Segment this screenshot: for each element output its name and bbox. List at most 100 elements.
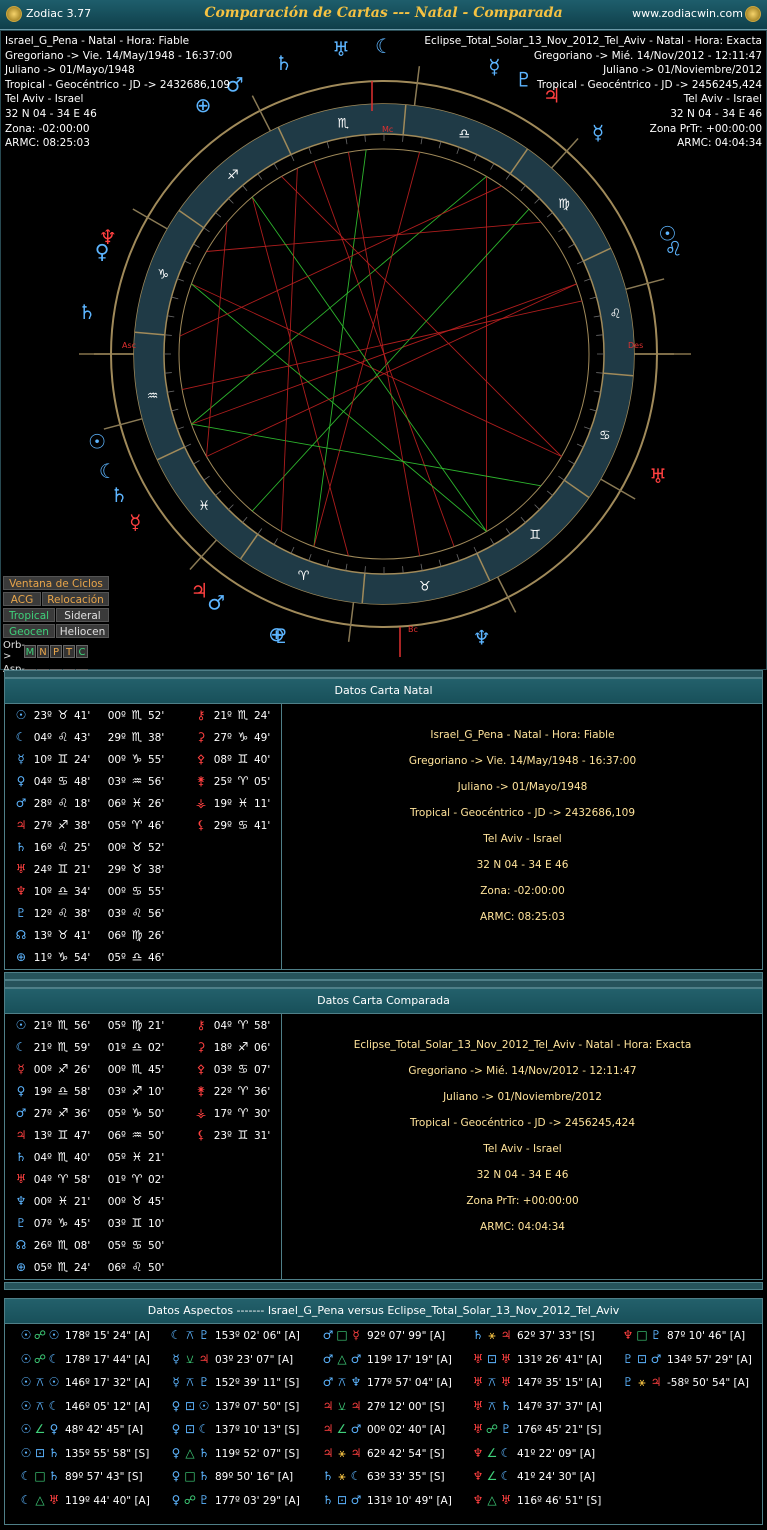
planet-glyph-on-wheel[interactable]: ♄ xyxy=(110,483,128,507)
planet-glyph-on-wheel[interactable]: ♀ xyxy=(95,239,110,263)
planet-b-glyph: ♃ xyxy=(350,1445,362,1460)
aspect-value: 119º 44' 40" [A] xyxy=(65,1494,150,1507)
aspect-value: 41º 22' 09" [A] xyxy=(517,1447,596,1460)
planet-b-glyph: ♄ xyxy=(198,1445,210,1460)
tropical-button[interactable]: Tropical xyxy=(3,608,55,622)
asteroid-glyph: ⚴ xyxy=(196,1062,206,1076)
planet-a-glyph: ♆ xyxy=(472,1445,484,1460)
planet-b-glyph: ♂ xyxy=(350,1351,362,1366)
orb-p-button[interactable]: P xyxy=(50,644,62,658)
planet-a-glyph: ♀ xyxy=(171,1422,181,1436)
zodiac-sign-glyph: ♐ xyxy=(227,168,239,183)
asteroid-row: ⚵ 22º ♈ 36' xyxy=(193,1084,280,1106)
geocentric-button[interactable]: Geocen xyxy=(3,624,55,638)
comp-header-line: Tel Aviv - Israel xyxy=(683,93,762,106)
heliocentric-button[interactable]: Heliocen xyxy=(56,624,109,638)
minutes: 26' xyxy=(148,930,165,942)
acg-button[interactable]: ACG xyxy=(3,592,41,606)
comp-header-line: ARMC: 04:04:34 xyxy=(677,137,762,150)
planet-b-glyph: ♃ xyxy=(650,1375,662,1389)
minutes: 10' xyxy=(148,1218,165,1230)
aspect-row: ☉ ⚻ ☉ 146º 17' 32" [A] xyxy=(19,1371,150,1394)
planet-glyph: ⊕ xyxy=(15,950,27,964)
aspects-panel: Datos Aspectos ------- Israel_G_Pena ver… xyxy=(4,1298,763,1525)
planet-b-glyph: ♄ xyxy=(48,1469,60,1483)
house-cusp-row: 03º ♒ 56' xyxy=(103,774,174,796)
planet-glyph-on-wheel[interactable]: ☾ xyxy=(375,34,393,58)
degree: 05º xyxy=(107,952,126,964)
des-label: Des xyxy=(628,341,643,350)
planet-a-glyph: ♅ xyxy=(472,1375,484,1389)
asteroid-glyph: ⚵ xyxy=(196,1084,206,1098)
planet-glyph-on-wheel[interactable]: ♌ xyxy=(664,237,682,261)
planet-glyph-on-wheel[interactable]: ♅ xyxy=(332,37,350,61)
orb-m-button[interactable]: M xyxy=(24,644,36,658)
orb-c-button[interactable]: C xyxy=(76,644,88,658)
house-cusp-row: 00º ♉ 52' xyxy=(103,840,174,862)
planet-a-glyph: ♄ xyxy=(322,1469,334,1483)
aspect-value: 119º 52' 07" [S] xyxy=(215,1447,300,1460)
relocation-button[interactable]: Relocación xyxy=(42,592,109,606)
aspect-glyph: ⚻ xyxy=(186,1328,194,1342)
comp-header-line: Eclipse_Total_Solar_13_Nov_2012_Tel_Aviv… xyxy=(424,35,762,47)
aspect-glyph: ⊡ xyxy=(486,1351,498,1366)
planet-glyph-on-wheel[interactable]: ♇ xyxy=(272,624,290,648)
minutes: 40' xyxy=(254,754,271,766)
planet-row: ☿ 10º ♊ 24' xyxy=(13,752,100,774)
divider xyxy=(4,1282,763,1290)
planet-glyph-on-wheel[interactable]: ♅ xyxy=(649,464,667,488)
degree: 00º xyxy=(107,1064,126,1076)
sign-glyph: ♊ xyxy=(57,862,69,876)
planet-glyph-on-wheel[interactable]: ♄ xyxy=(275,51,293,75)
info-line: Gregoriano -> Vie. 14/May/1948 - 16:37:0… xyxy=(408,755,637,767)
aspect-row: ♃ ⚹ ♃ 62º 42' 54" [S] xyxy=(321,1442,445,1465)
aspect-value: 178º 17' 44" [A] xyxy=(65,1353,150,1366)
orb-t-button[interactable]: T xyxy=(63,644,75,658)
planet-glyph-on-wheel[interactable]: ☾ xyxy=(99,459,117,483)
planet-b-glyph: ♄ xyxy=(48,1445,60,1460)
degree: 23º xyxy=(213,1130,232,1142)
planet-glyph-on-wheel[interactable]: ♃ xyxy=(190,578,208,602)
degree: 07º xyxy=(33,1218,52,1230)
aspect-glyph: ⊡ xyxy=(184,1398,196,1413)
planet-glyph-on-wheel[interactable]: ♂ xyxy=(207,591,225,615)
cycles-window-button[interactable]: Ventana de Ciclos xyxy=(3,576,109,590)
aspect-row: ☾ □ ♄ 89º 57' 43" [S] xyxy=(19,1465,143,1488)
app-logo-icon-right xyxy=(745,6,761,22)
sidereal-button[interactable]: Sideral xyxy=(56,608,109,622)
minutes: 07' xyxy=(254,1064,271,1076)
planet-glyph: ♃ xyxy=(15,818,27,832)
minutes: 52' xyxy=(148,842,165,854)
sign-glyph: ♉ xyxy=(57,708,69,722)
planet-row: ♇ 07º ♑ 45' xyxy=(13,1216,100,1238)
orb-n-button[interactable]: N xyxy=(37,644,49,658)
aspect-glyph: ⚹ xyxy=(338,1445,346,1460)
website-link[interactable]: www.zodiacwin.com xyxy=(632,7,743,20)
sign-glyph: ♈ xyxy=(57,1172,69,1186)
house-cusp-row: 05º ♑ 50' xyxy=(103,1106,174,1128)
planet-row: ♅ 24º ♊ 21' xyxy=(13,862,100,884)
aspect-row: ♅ ⚻ ♄ 147º 37' 37" [A] xyxy=(471,1395,602,1418)
house-cusp-row: 06º ♍ 26' xyxy=(103,928,174,950)
house-cusp-row: 05º ♍ 21' xyxy=(103,1018,174,1040)
aspect-row: ☉ ⊡ ♄ 135º 55' 58" [S] xyxy=(19,1442,150,1465)
planet-glyph-on-wheel[interactable]: ♆ xyxy=(473,626,491,650)
sign-glyph: ♏ xyxy=(57,1260,69,1274)
sign-glyph: ♊ xyxy=(237,752,249,766)
planet-glyph-on-wheel[interactable]: ☿ xyxy=(129,510,141,534)
asteroid-glyph: ⚷ xyxy=(196,708,206,722)
divider xyxy=(4,980,763,988)
comp-header-line: Gregoriano -> Mié. 14/Nov/2012 - 12:11:4… xyxy=(533,49,762,62)
aspect-value: 131º 10' 49" [A] xyxy=(367,1494,452,1507)
planet-row: ♇ 12º ♌ 38' xyxy=(13,906,100,928)
minutes: 10' xyxy=(148,1086,165,1098)
planet-b-glyph: ☿ xyxy=(352,1328,360,1342)
house-cusp-row: 05º ♓ 21' xyxy=(103,1150,174,1172)
planet-b-glyph: ☾ xyxy=(500,1469,512,1483)
minutes: 11' xyxy=(254,798,271,810)
planet-glyph-on-wheel[interactable]: ♄ xyxy=(78,300,96,324)
planet-glyph: ♇ xyxy=(15,1216,27,1230)
planet-glyph-on-wheel[interactable]: ☉ xyxy=(88,430,106,454)
house-cusp-row: 03º ♐ 10' xyxy=(103,1084,174,1106)
minutes: 43' xyxy=(74,732,91,744)
